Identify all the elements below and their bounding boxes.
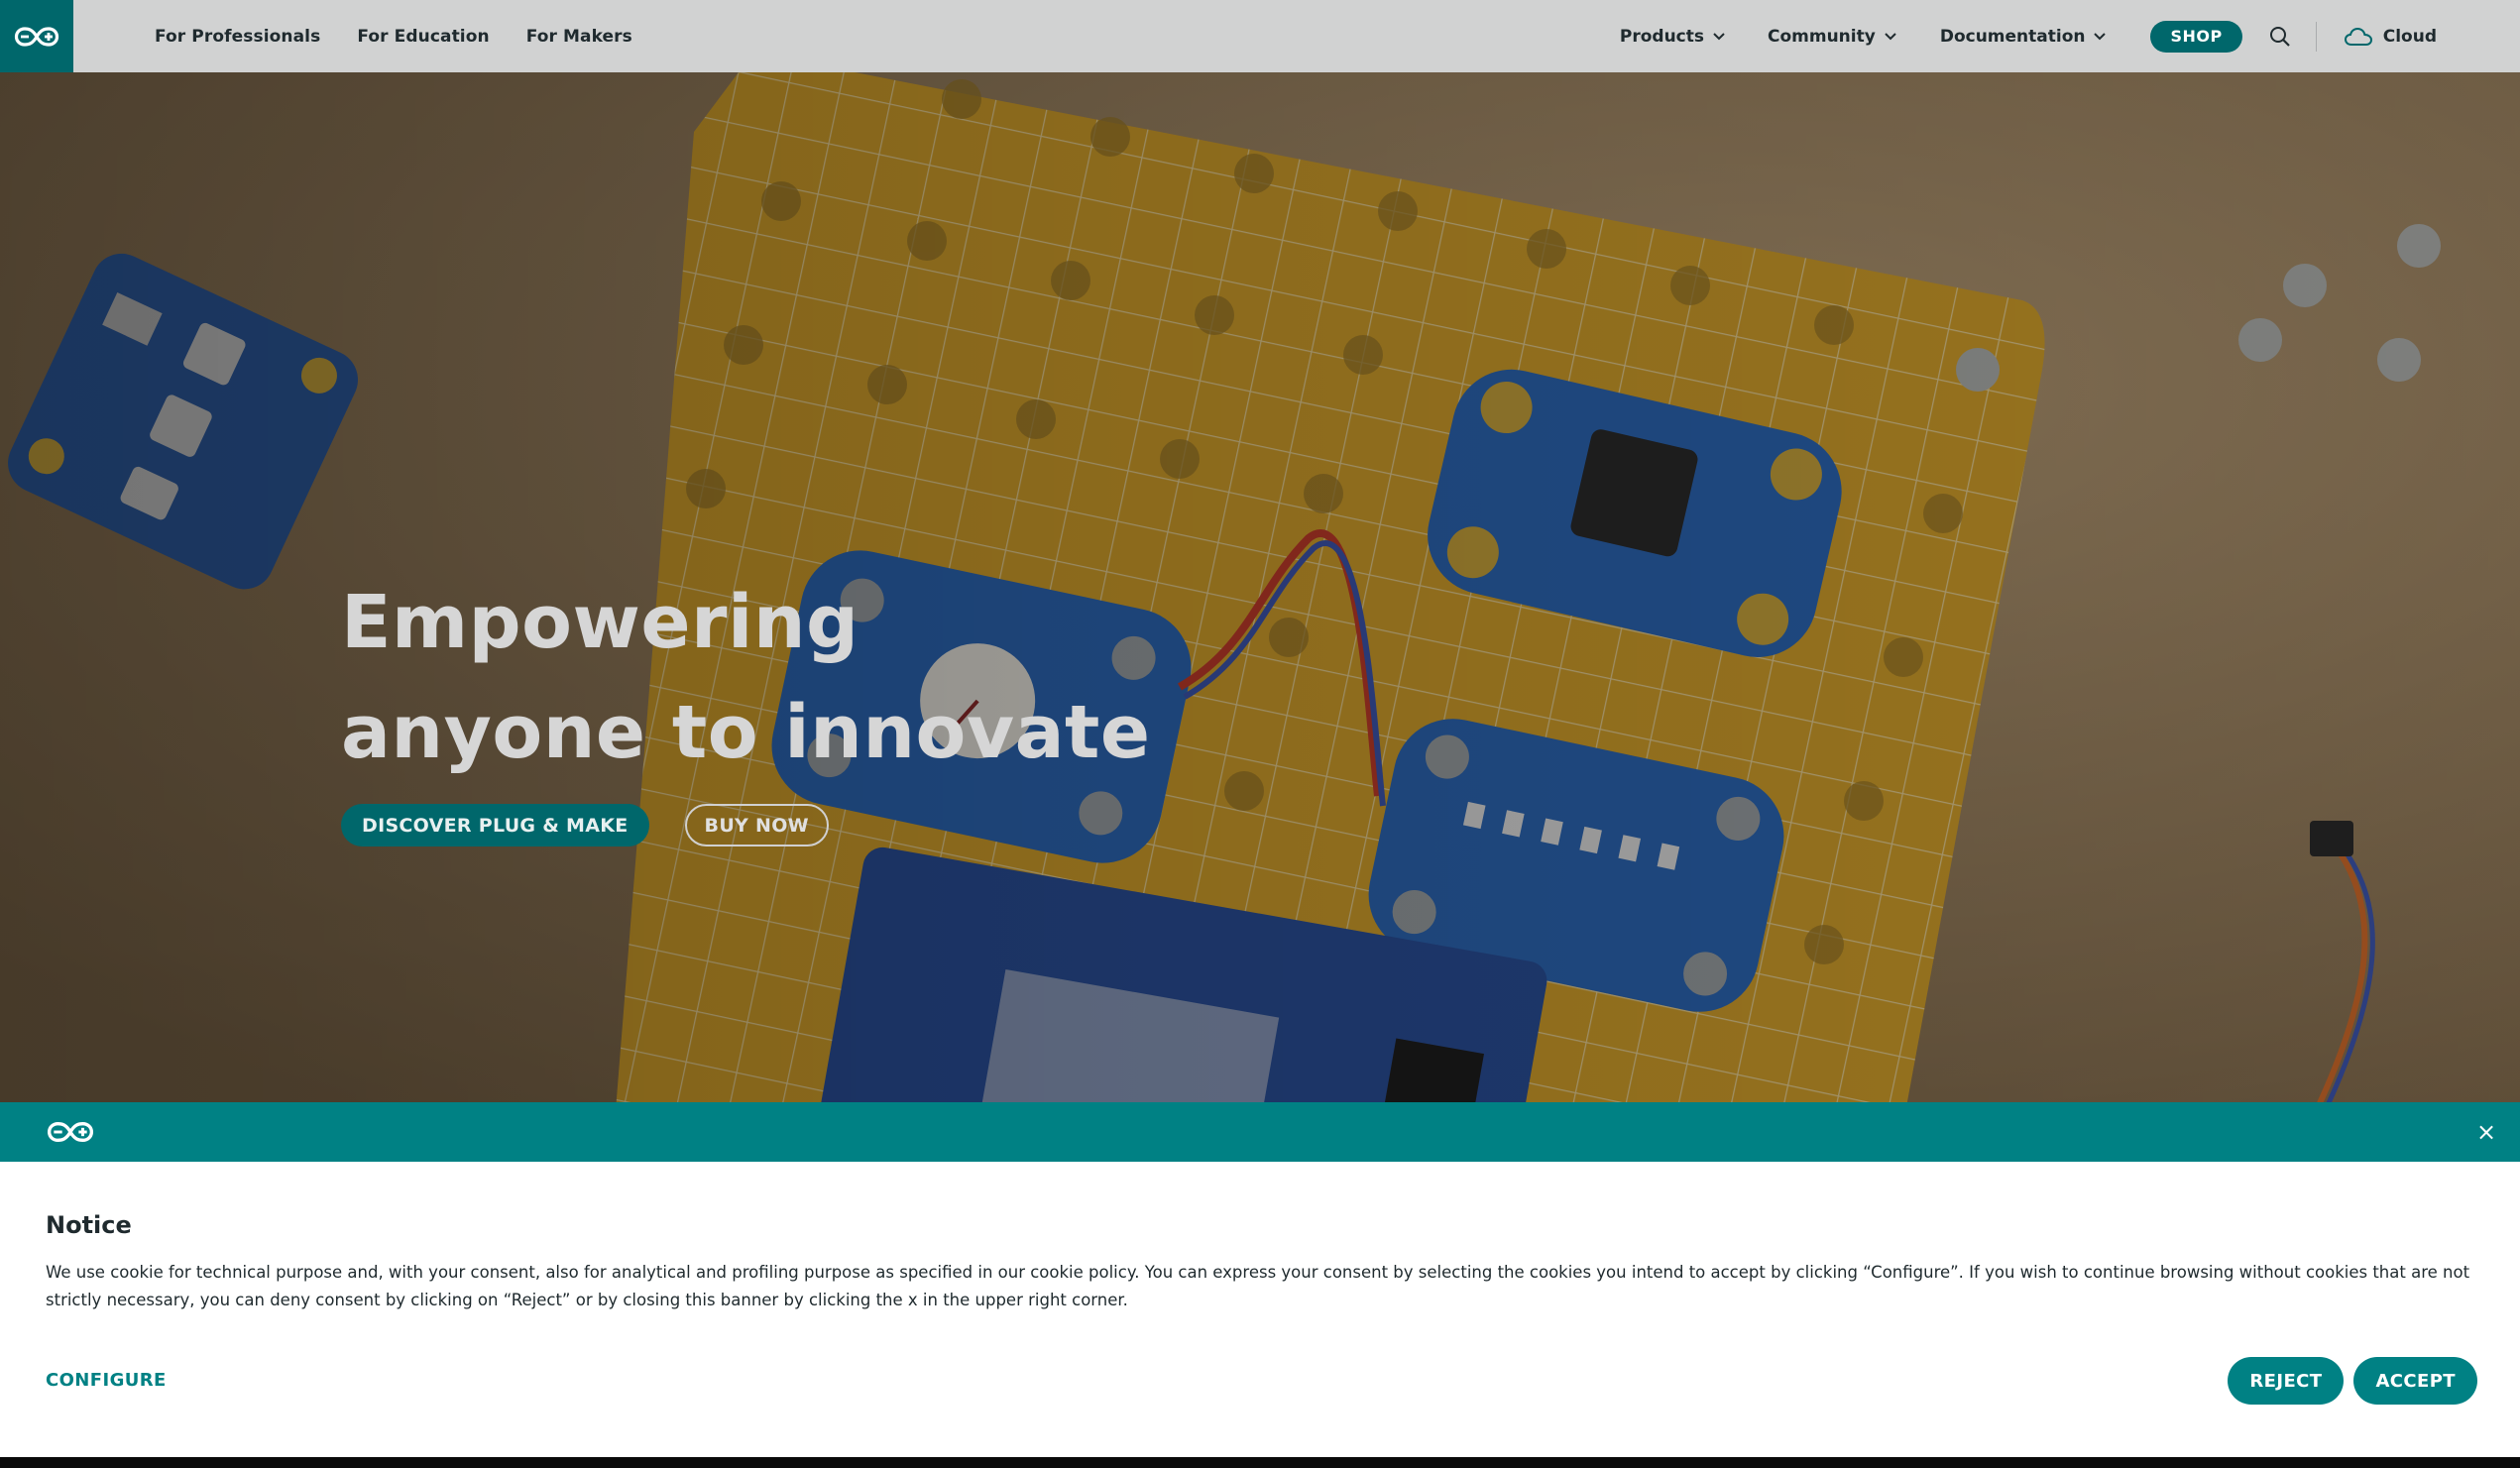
configure-link[interactable]: CONFIGURE — [46, 1370, 167, 1391]
hero-title-line-2: anyone to innovate — [341, 690, 1151, 775]
cloud-icon — [2344, 27, 2372, 46]
shop-button[interactable]: SHOP — [2150, 20, 2242, 53]
hero-section: Empowering anyone to innovate DISCOVER P… — [0, 72, 2520, 1102]
discover-plug-make-button[interactable]: DISCOVER PLUG & MAKE — [341, 804, 649, 847]
accept-button[interactable]: ACCEPT — [2353, 1357, 2477, 1405]
chevron-down-icon — [1713, 33, 1725, 41]
search-icon[interactable] — [2268, 25, 2292, 49]
hero-content: Empowering anyone to innovate DISCOVER P… — [341, 568, 1151, 847]
products-label: Products — [1619, 26, 1704, 47]
cookie-notice-title: Notice — [46, 1211, 132, 1239]
top-navigation: For Professionals For Education For Make… — [0, 0, 2520, 72]
close-icon[interactable]: × — [2466, 1112, 2506, 1152]
nav-divider — [2315, 21, 2317, 52]
hero-buttons: DISCOVER PLUG & MAKE BUY NOW — [341, 804, 1151, 847]
chevron-down-icon — [2094, 33, 2107, 41]
audience-links: For Professionals For Education For Make… — [155, 0, 632, 72]
cookie-actions: REJECT ACCEPT — [2228, 1357, 2477, 1405]
nav-right-group: Products Community Documentation SHOP Cl… — [1620, 0, 2520, 72]
cookie-banner-header: × — [0, 1102, 2520, 1162]
nav-link-education[interactable]: For Education — [357, 27, 489, 47]
products-dropdown[interactable]: Products — [1620, 27, 1726, 47]
nav-link-professionals[interactable]: For Professionals — [155, 27, 320, 47]
page-bottom-strip — [0, 1457, 2520, 1468]
hero-title-line-1: Empowering — [341, 580, 859, 665]
cookie-banner: Notice We use cookie for technical purpo… — [0, 1162, 2520, 1457]
cookie-notice-text: We use cookie for technical purpose and,… — [46, 1263, 2470, 1309]
chevron-down-icon — [1885, 33, 1896, 41]
community-label: Community — [1768, 26, 1876, 47]
arduino-logo-icon[interactable] — [0, 0, 73, 72]
arduino-logo-icon — [47, 1121, 94, 1143]
hero-title: Empowering anyone to innovate — [341, 568, 1151, 788]
documentation-label: Documentation — [1939, 26, 2086, 47]
cloud-label: Cloud — [2382, 26, 2437, 47]
community-dropdown[interactable]: Community — [1768, 27, 1897, 47]
buy-now-button[interactable]: BUY NOW — [684, 804, 829, 847]
documentation-dropdown[interactable]: Documentation — [1940, 27, 2108, 47]
cloud-link[interactable]: Cloud — [2344, 27, 2437, 47]
reject-button[interactable]: REJECT — [2228, 1357, 2345, 1405]
nav-link-makers[interactable]: For Makers — [526, 27, 632, 47]
